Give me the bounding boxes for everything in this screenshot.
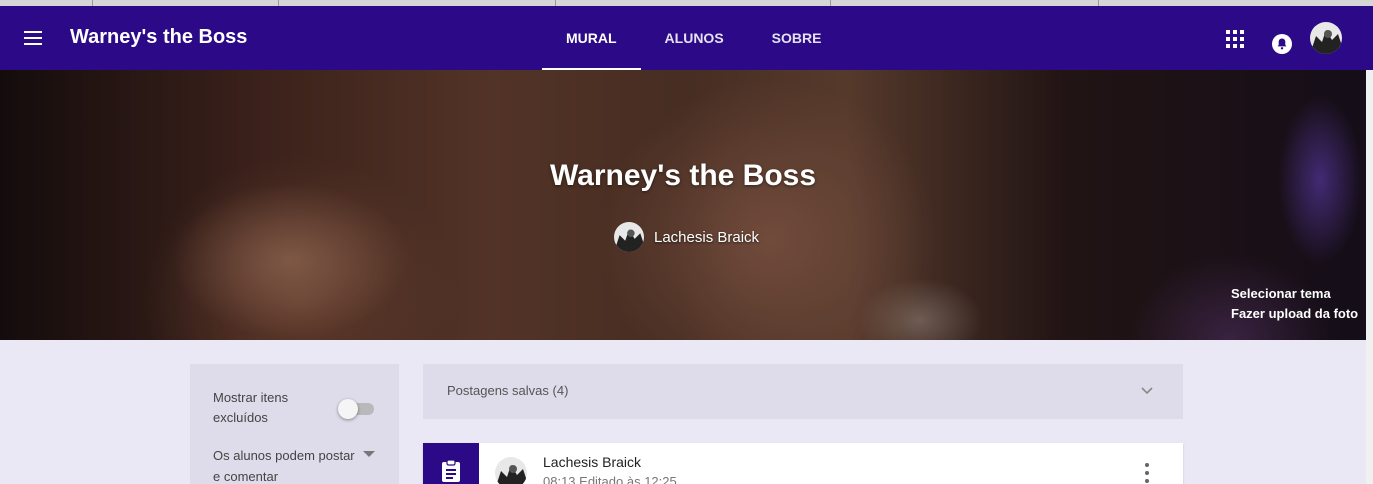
user-avatar[interactable]	[1310, 22, 1342, 54]
post-author-avatar	[495, 457, 527, 484]
select-theme-link[interactable]: Selecionar tema	[1231, 284, 1358, 304]
teacher-avatar	[614, 222, 644, 252]
teacher-name: Lachesis Braick	[654, 228, 760, 246]
banner-actions: Selecionar tema Fazer upload da foto	[1231, 284, 1358, 324]
dropdown-arrow-icon[interactable]	[363, 451, 375, 457]
saved-posts-label: Postagens salvas (4)	[447, 383, 569, 398]
stream-post-card[interactable]: Lachesis Braick 08:13 Editado às 12:25	[423, 443, 1183, 484]
page-scrollbar[interactable]	[1366, 70, 1373, 484]
saved-posts-expander[interactable]: Postagens salvas (4)	[423, 364, 1183, 419]
tab-mural[interactable]: MURAL	[542, 6, 641, 70]
tab-alunos[interactable]: ALUNOS	[641, 6, 748, 70]
student-permission-select[interactable]: Os alunos podem postar e comentar	[213, 445, 363, 484]
post-timestamp: 08:13 Editado às 12:25	[543, 474, 677, 484]
apps-grid-icon[interactable]	[1224, 28, 1244, 48]
banner-class-title: Warney's the Boss	[549, 159, 817, 192]
show-deleted-toggle[interactable]	[338, 399, 376, 419]
menu-icon[interactable]	[18, 26, 50, 50]
show-deleted-label: Mostrar itens excluídos	[213, 390, 289, 425]
post-author-name: Lachesis Braick	[543, 454, 642, 470]
app-bar: Warney's the Boss MURAL ALUNOS SOBRE	[0, 6, 1373, 70]
upload-photo-link[interactable]: Fazer upload da foto	[1231, 304, 1358, 324]
teacher-info: Lachesis Braick	[614, 222, 759, 252]
class-banner-photo: Warney's the Boss Lachesis Braick Seleci…	[0, 70, 1366, 340]
class-title[interactable]: Warney's the Boss	[70, 26, 247, 49]
tab-sobre[interactable]: SOBRE	[748, 6, 846, 70]
more-vert-icon[interactable]	[1139, 461, 1155, 484]
tab-bar: MURAL ALUNOS SOBRE	[542, 6, 845, 70]
assignment-icon	[423, 443, 479, 484]
stream-settings-card: Mostrar itens excluídos Os alunos podem …	[190, 364, 399, 484]
notifications-bell-icon[interactable]	[1271, 33, 1293, 55]
chevron-down-icon	[1139, 382, 1155, 398]
